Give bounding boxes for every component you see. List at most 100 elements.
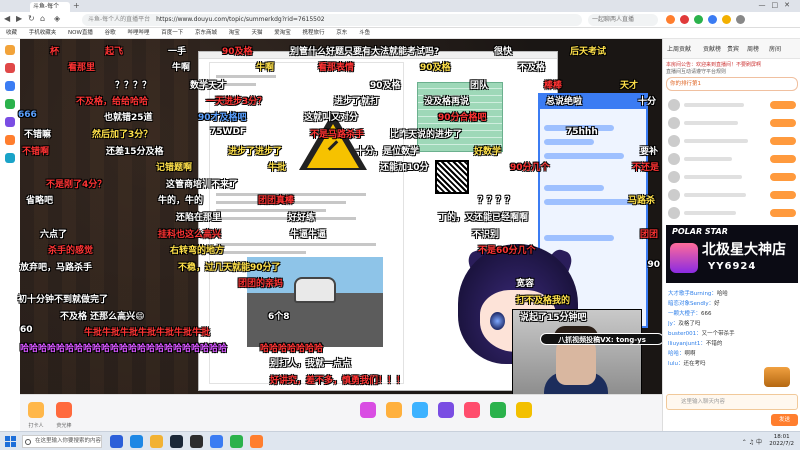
rank-row[interactable] xyxy=(666,169,798,185)
chat-username[interactable]: 暗恋对象Sendly： xyxy=(668,301,714,307)
extension-icon[interactable] xyxy=(666,15,675,24)
facecam-caption: 八抓视频投稿VX: tong-ys xyxy=(540,333,664,345)
browser-tab[interactable]: 斗鱼-每个 xyxy=(30,2,70,12)
extension-icon[interactable] xyxy=(694,15,703,24)
tab-weekly-rank[interactable]: 周榜 xyxy=(747,44,759,53)
forward-icon[interactable]: ▶ xyxy=(16,14,22,23)
new-tab-icon[interactable]: + xyxy=(73,1,80,10)
danmaku-comment: 牛啊 xyxy=(172,63,191,73)
file-explorer-icon[interactable] xyxy=(150,435,163,448)
car-illustration xyxy=(294,277,336,303)
browser-search-input[interactable]: 一起聊两人直播 xyxy=(588,14,658,26)
bookmark-item[interactable]: NOW直播 xyxy=(68,30,93,36)
extension-icon[interactable] xyxy=(680,15,689,24)
rank-row[interactable] xyxy=(666,115,798,131)
steam-icon[interactable] xyxy=(170,435,183,448)
bookmark-item[interactable]: 携程旅行 xyxy=(303,30,325,36)
edge-icon[interactable] xyxy=(130,435,143,448)
gift-icon[interactable] xyxy=(516,402,532,418)
bookmark-item[interactable]: 天猫 xyxy=(252,30,263,36)
gift-icon[interactable] xyxy=(412,402,428,418)
danmaku-comment: 省略吧 xyxy=(26,196,54,206)
gift-icon[interactable] xyxy=(464,402,480,418)
chat-username[interactable]: 大才歌手Burning： xyxy=(668,291,717,297)
bookmark-item[interactable]: 手机收藏夹 xyxy=(29,30,57,36)
url-input[interactable]: 斗鱼-每个人的直播平台 https://www.douyu.com/topic/… xyxy=(82,14,582,26)
chat-username[interactable]: lulu： xyxy=(668,361,684,367)
rank-row[interactable] xyxy=(666,205,798,221)
gift-icon[interactable] xyxy=(438,402,454,418)
gift-icon[interactable] xyxy=(56,402,72,418)
folder-icon[interactable] xyxy=(5,45,15,55)
url-site-label: 斗鱼-每个人的直播平台 xyxy=(88,16,151,23)
bookmark-item[interactable]: 收藏 xyxy=(6,30,17,36)
system-tray[interactable]: ⌃ ♫ 中 xyxy=(742,437,762,446)
bookmarks-bar: 收藏 手机收藏夹 NOW直播 谷歌 哔哩哔哩 百度一下 京东商城 淘宝 天猫 爱… xyxy=(0,28,800,39)
menu-icon[interactable] xyxy=(736,15,745,24)
taskbar-search-input[interactable]: 在这里输入你要搜索的内容 xyxy=(22,435,102,448)
video-icon[interactable] xyxy=(5,63,15,73)
wechat-icon[interactable] xyxy=(230,435,243,448)
task-view-icon[interactable] xyxy=(110,435,123,448)
chat-username[interactable]: 哈哈： xyxy=(668,351,685,357)
gift-icon[interactable] xyxy=(490,402,506,418)
refresh-icon[interactable]: ↻ xyxy=(28,14,35,23)
music-icon[interactable] xyxy=(5,153,15,163)
browser-icon[interactable] xyxy=(250,435,263,448)
rank-badge[interactable]: 你的排行第1 xyxy=(666,77,798,91)
bookmark-item[interactable]: 哔哩哔哩 xyxy=(127,30,149,36)
taskbar-clock[interactable]: 18:01 2022/7/2 xyxy=(769,434,794,448)
back-icon[interactable]: ◀ xyxy=(4,14,10,23)
danmaku-comment: 初十分钟不到就做完了 xyxy=(18,295,109,305)
tab-contribution-rank[interactable]: 贡献榜 xyxy=(703,44,721,53)
chat-input[interactable]: 这里输入聊天内容 xyxy=(666,394,798,410)
bookmark-item[interactable]: 淘宝 xyxy=(229,30,240,36)
danmaku-comment: 也就错25道 xyxy=(104,113,153,123)
chat-message: Jy：及格了吗 xyxy=(668,319,796,327)
sponsor-banner[interactable]: POLAR STAR 北极星大神店 YY6924 xyxy=(666,225,798,283)
extension-icon[interactable] xyxy=(722,15,731,24)
bookmark-item[interactable]: 斗鱼 xyxy=(359,30,370,36)
panel-tabs: 上周贡献 贡献榜 贵宾 周榜 房间 xyxy=(663,39,800,59)
bookmark-item[interactable]: 京东 xyxy=(336,30,347,36)
rank-row[interactable] xyxy=(666,151,798,167)
extension-icon[interactable] xyxy=(708,15,717,24)
avatar xyxy=(668,117,680,129)
chat-icon[interactable] xyxy=(5,81,15,91)
chat-username[interactable]: buster001： xyxy=(668,331,702,337)
window-controls[interactable]: —□✕ xyxy=(759,1,796,9)
tab-weekly-contribution[interactable]: 上周贡献 xyxy=(667,44,691,53)
bookmark-item[interactable]: 京东商城 xyxy=(195,30,217,36)
treasure-chest-icon[interactable] xyxy=(764,367,790,387)
send-button[interactable]: 发送 xyxy=(771,414,798,426)
tab-room[interactable]: 房间 xyxy=(769,44,781,53)
chat-bubble xyxy=(544,199,634,205)
chat-username[interactable]: 一颗大橙子： xyxy=(668,311,701,317)
home-icon[interactable]: ⌂ xyxy=(40,14,45,23)
gift-icon[interactable] xyxy=(360,402,376,418)
shield-icon[interactable]: ◈ xyxy=(54,14,60,23)
chat-username[interactable]: Jy： xyxy=(668,321,678,327)
bookmark-item[interactable]: 谷歌 xyxy=(105,30,116,36)
rank-row[interactable] xyxy=(666,187,798,203)
chat-text: 及格了吗 xyxy=(678,321,701,327)
danmaku-comment: 丁的，又还能已经啊啊 xyxy=(438,213,529,223)
gift-icon[interactable] xyxy=(386,402,402,418)
bookmark-item[interactable]: 百度一下 xyxy=(161,30,183,36)
shopping-icon[interactable] xyxy=(5,135,15,145)
danmaku-comment: 牛逼牛逼 xyxy=(290,230,327,240)
rank-row[interactable] xyxy=(666,133,798,149)
bookmark-item[interactable]: 爱淘宝 xyxy=(274,30,291,36)
rank-row-text xyxy=(684,193,746,197)
tab-vip[interactable]: 贵宾 xyxy=(727,44,739,53)
mail-icon[interactable] xyxy=(5,99,15,109)
gift-icon[interactable] xyxy=(28,402,44,418)
obs-icon[interactable] xyxy=(190,435,203,448)
level-badge xyxy=(770,137,796,145)
qq-icon[interactable] xyxy=(210,435,223,448)
chat-username[interactable]: lliuyanjunt1： xyxy=(668,341,706,347)
rank-row[interactable] xyxy=(666,97,798,113)
danmaku-comment: 好好练 xyxy=(288,213,316,223)
windows-start-icon[interactable] xyxy=(5,436,16,447)
game-icon[interactable] xyxy=(5,117,15,127)
